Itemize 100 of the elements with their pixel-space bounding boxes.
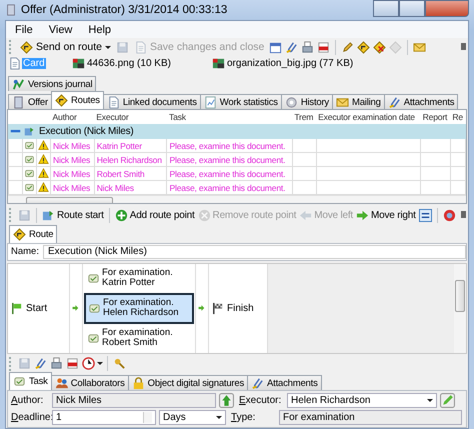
column-header[interactable]: Author bbox=[50, 110, 94, 125]
overflow-button[interactable] bbox=[461, 43, 466, 50]
close-button[interactable] bbox=[425, 0, 469, 17]
table-cell: Nick Miles bbox=[50, 152, 94, 167]
pdf-button[interactable] bbox=[316, 40, 332, 55]
route-icon bbox=[389, 40, 402, 54]
deadline-field[interactable]: 1 bbox=[52, 410, 156, 425]
warning-icon bbox=[38, 140, 49, 152]
route-icon bbox=[24, 126, 35, 138]
group-label: Execution (Nick Miles) bbox=[36, 124, 466, 139]
tab[interactable]: Route bbox=[9, 224, 58, 243]
tab[interactable]: Attachments bbox=[384, 94, 458, 110]
tab[interactable]: Object digital signatures bbox=[128, 375, 248, 390]
upload-button[interactable] bbox=[219, 393, 234, 408]
attach-button[interactable] bbox=[33, 356, 48, 372]
route-icon bbox=[357, 40, 370, 54]
toolbar-button[interactable]: Route start bbox=[41, 208, 105, 223]
column-header[interactable]: Re bbox=[450, 110, 466, 125]
start-node[interactable]: Start bbox=[8, 302, 48, 315]
field-label: Type: bbox=[231, 412, 256, 423]
people-icon bbox=[54, 376, 68, 390]
author-field[interactable]: Nick Miles bbox=[52, 393, 216, 408]
key-icon bbox=[113, 357, 126, 370]
tab[interactable]: Work statistics bbox=[200, 94, 282, 110]
route-icon bbox=[13, 228, 26, 241]
menu-item[interactable]: View bbox=[40, 24, 80, 36]
image-icon bbox=[72, 57, 85, 70]
stage-node[interactable]: For examination. Robert Smith bbox=[84, 324, 194, 353]
tab[interactable]: Mailing bbox=[332, 94, 385, 110]
field-label: Author: bbox=[11, 395, 44, 406]
column-header[interactable]: Report bbox=[420, 110, 450, 125]
tab[interactable]: Attachments bbox=[247, 375, 322, 390]
task-icon bbox=[13, 375, 26, 388]
overflow-button[interactable] bbox=[461, 210, 466, 218]
route-start-icon bbox=[42, 208, 55, 222]
route-cancel-button[interactable] bbox=[372, 40, 388, 55]
layout-button[interactable] bbox=[418, 208, 433, 223]
attach-button[interactable] bbox=[284, 40, 300, 55]
print-button[interactable] bbox=[49, 356, 64, 372]
envelope-icon bbox=[413, 40, 426, 54]
tab[interactable]: Collaborators bbox=[50, 375, 129, 390]
column-header[interactable]: Executor bbox=[94, 110, 167, 125]
vertical-scrollbar[interactable] bbox=[454, 264, 466, 353]
minimize-button[interactable] bbox=[373, 0, 399, 17]
pdf-button[interactable] bbox=[65, 356, 80, 372]
save-icon bbox=[116, 40, 129, 54]
tab[interactable]: Versions journal bbox=[8, 76, 96, 92]
stage-node[interactable]: For examination. Katrin Potter bbox=[84, 264, 194, 293]
column-header[interactable]: Executor examination date bbox=[316, 110, 421, 125]
tab[interactable]: Routes bbox=[50, 91, 104, 110]
menu-item[interactable]: File bbox=[6, 24, 40, 36]
toolbar-button[interactable]: Move right bbox=[355, 208, 417, 223]
paperclip-icon bbox=[388, 96, 401, 109]
task-icon bbox=[24, 140, 35, 152]
print-button[interactable] bbox=[300, 40, 316, 55]
key-button[interactable] bbox=[112, 356, 127, 372]
document-icon bbox=[134, 40, 147, 54]
column-header[interactable]: Trem bbox=[292, 110, 316, 125]
window-title: Offer (Administrator) 3/31/2014 00:33:13 bbox=[21, 4, 228, 16]
route-button[interactable] bbox=[356, 40, 372, 55]
table-cell: Please, examine this document. bbox=[166, 166, 292, 181]
arrow-icon bbox=[72, 304, 80, 312]
unit-dropdown[interactable]: Days bbox=[159, 410, 226, 425]
attachment-link[interactable]: 44636.png (10 KB) bbox=[86, 58, 172, 70]
field-label: Name: bbox=[11, 246, 39, 258]
executor-dropdown[interactable]: Helen Richardson bbox=[287, 393, 437, 408]
tab[interactable]: Linked documents bbox=[102, 94, 201, 110]
attachment-link[interactable]: organization_big.jpg (77 KB) bbox=[226, 58, 354, 70]
type-field[interactable]: For examination bbox=[279, 410, 462, 425]
arrow-right-icon bbox=[356, 208, 369, 222]
tab[interactable]: Task bbox=[9, 372, 52, 390]
route-icon bbox=[20, 40, 33, 54]
globe-button[interactable] bbox=[442, 208, 457, 223]
calendar-icon bbox=[269, 40, 282, 54]
task-icon bbox=[24, 168, 35, 180]
maximize-button[interactable] bbox=[399, 0, 425, 17]
paperclip-icon bbox=[251, 376, 264, 390]
save-icon bbox=[18, 208, 31, 222]
column-header[interactable]: Task bbox=[166, 110, 292, 125]
toolbar-button[interactable]: Send on route bbox=[17, 40, 114, 55]
clock-button[interactable] bbox=[81, 356, 96, 372]
route-cancel-icon bbox=[373, 40, 386, 54]
pencil-icon bbox=[341, 40, 354, 54]
warning-icon bbox=[38, 168, 49, 180]
name-field[interactable]: Execution (Nick Miles) bbox=[42, 244, 466, 259]
pencil-button[interactable] bbox=[340, 40, 356, 55]
field-label: Executor: bbox=[239, 395, 282, 406]
tab[interactable]: History bbox=[280, 94, 333, 110]
finish-node[interactable]: Finish bbox=[209, 302, 254, 315]
table-cell: Robert Smith bbox=[94, 166, 167, 181]
menu-item[interactable]: Help bbox=[79, 24, 118, 36]
tab[interactable]: Offer bbox=[8, 94, 52, 110]
table-cell: Katrin Potter bbox=[94, 138, 167, 153]
document-icon bbox=[8, 57, 21, 70]
table-cell: Please, examine this document. bbox=[166, 138, 292, 153]
arrow-up-icon bbox=[219, 393, 234, 408]
toolbar-button[interactable]: Add route point bbox=[114, 208, 196, 223]
edit-button[interactable] bbox=[440, 393, 455, 408]
stage-node[interactable]: For examination. Helen Richardson bbox=[84, 292, 194, 324]
arrow-left-icon bbox=[299, 208, 312, 222]
